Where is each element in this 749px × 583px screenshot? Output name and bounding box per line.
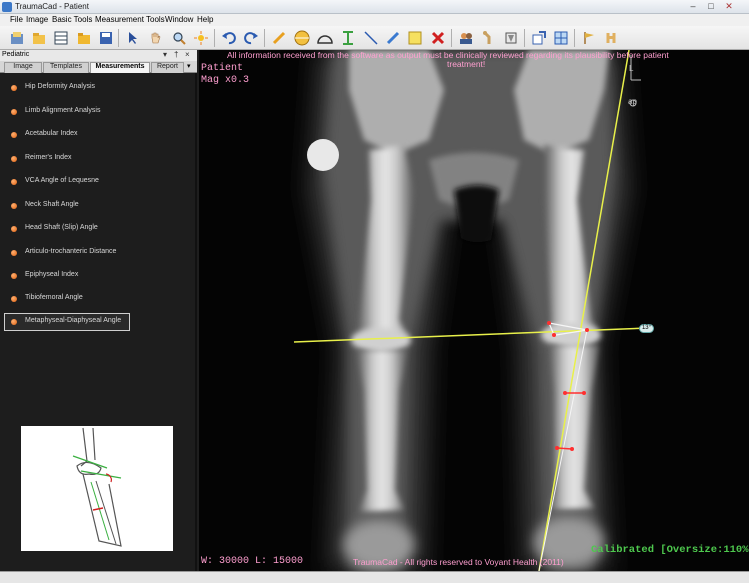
- menu-window[interactable]: Window: [165, 15, 193, 24]
- save-icon[interactable]: [97, 29, 115, 47]
- window-title: TraumaCad - Patient: [15, 2, 89, 11]
- bullet-icon: [11, 132, 17, 138]
- measurements-panel: Pediatric ▾ † × Image Templates Measurem…: [0, 50, 197, 571]
- list-item-neck-shaft-angle[interactable]: Neck Shaft Angle: [4, 197, 130, 215]
- list-item-articulo-trochanteric-distance[interactable]: Articulo-trochanteric Distance: [4, 244, 130, 262]
- layout-icon[interactable]: [552, 29, 570, 47]
- panel-close-icon[interactable]: ×: [185, 50, 190, 59]
- copyright-text: TraumaCad - All rights reserved to Voyan…: [353, 557, 564, 567]
- calibration-ball: [307, 139, 339, 171]
- disclaimer-text-continued: treatment!: [447, 59, 486, 69]
- menu-basic-tools[interactable]: Basic Tools: [52, 15, 92, 24]
- new-folder-icon[interactable]: [30, 29, 48, 47]
- calibration-status: Calibrated [Oversize:110%]: [591, 544, 749, 556]
- close-icon[interactable]: ✕: [722, 1, 736, 12]
- minimize-icon[interactable]: –: [686, 1, 700, 12]
- ruler-icon[interactable]: [384, 29, 402, 47]
- implant-icon[interactable]: [502, 29, 520, 47]
- tab-templates[interactable]: Templates: [43, 62, 89, 73]
- pan-hand-icon[interactable]: [146, 29, 164, 47]
- note-icon[interactable]: [406, 29, 424, 47]
- panel-header: Pediatric ▾ † ×: [0, 50, 197, 61]
- bullet-icon: [11, 109, 17, 115]
- redo-icon[interactable]: [242, 29, 260, 47]
- menu-image[interactable]: Image: [26, 15, 48, 24]
- tab-image[interactable]: Image: [4, 62, 42, 73]
- bullet-icon: [11, 250, 17, 256]
- list-item-head-shaft-slip-angle[interactable]: Head Shaft (Slip) Angle: [4, 220, 130, 238]
- menu-measurement-tools[interactable]: Measurement Tools: [95, 15, 165, 24]
- bullet-icon: [11, 296, 17, 302]
- bullet-icon: [11, 156, 17, 162]
- tabs-overflow-icon[interactable]: ▾: [187, 62, 191, 70]
- magnification-label: Mag x0.3: [201, 75, 250, 86]
- export-icon[interactable]: [530, 29, 548, 47]
- panel-tabs: Image Templates Measurements Report ▾: [0, 61, 197, 73]
- orientation-label: ap: [628, 97, 637, 106]
- delete-icon[interactable]: [429, 29, 447, 47]
- panel-title: Pediatric: [2, 51, 30, 58]
- undo-icon[interactable]: [220, 29, 238, 47]
- menu-bar: File Image Basic Tools Measurement Tools…: [0, 14, 749, 26]
- bullet-icon: [11, 179, 17, 185]
- line-icon[interactable]: [362, 29, 380, 47]
- xray-image: [199, 50, 749, 571]
- maximize-icon[interactable]: □: [704, 1, 718, 12]
- bullet-icon: [11, 226, 17, 232]
- angle-value-badge[interactable]: 13°: [639, 324, 654, 333]
- tab-report[interactable]: Report: [151, 62, 184, 73]
- toolbar-separator: [264, 29, 265, 47]
- list-item-metaphyseal-diaphyseal-angle[interactable]: Metaphyseal-Diaphyseal Angle: [4, 313, 130, 331]
- toolbar-separator: [574, 29, 575, 47]
- brightness-icon[interactable]: [192, 29, 210, 47]
- bullet-icon: [11, 85, 17, 91]
- circle-icon[interactable]: [293, 29, 311, 47]
- list-item-vca-angle-of-lequesne[interactable]: VCA Angle of Lequesne: [4, 173, 130, 191]
- open-icon[interactable]: [8, 29, 26, 47]
- patient-label: Patient: [201, 63, 244, 74]
- title-bar: TraumaCad - Patient – □ ✕: [0, 0, 749, 14]
- arc-icon[interactable]: [316, 29, 334, 47]
- pin-icon[interactable]: †: [174, 50, 178, 59]
- window-level-readout: W: 30000 L: 15000: [201, 556, 304, 567]
- bullet-icon: [11, 319, 17, 325]
- tab-measurements[interactable]: Measurements: [90, 62, 150, 73]
- bullet-icon: [11, 273, 17, 279]
- orientation-letter: L: [629, 64, 634, 73]
- zoom-icon[interactable]: [170, 29, 188, 47]
- folder-icon[interactable]: [75, 29, 93, 47]
- measurement-preview-image: [21, 426, 173, 551]
- pencil-icon[interactable]: [270, 29, 288, 47]
- bone-icon[interactable]: [602, 29, 620, 47]
- toolbar-separator: [214, 29, 215, 47]
- list-item-hip-deformity-analysis[interactable]: Hip Deformity Analysis: [4, 79, 130, 97]
- menu-help[interactable]: Help: [197, 15, 213, 24]
- panel-menu-icon[interactable]: ▾: [163, 50, 167, 59]
- femur-icon[interactable]: [480, 29, 498, 47]
- list-item-reimers-index[interactable]: Reimer's Index: [4, 150, 130, 168]
- list-item-acetabular-index[interactable]: Acetabular Index: [4, 126, 130, 144]
- list-item-limb-alignment-analysis[interactable]: Limb Alignment Analysis: [4, 103, 130, 121]
- users-icon[interactable]: [457, 29, 475, 47]
- menu-file[interactable]: File: [10, 15, 23, 24]
- app-icon: [2, 2, 12, 12]
- toolbar-separator: [451, 29, 452, 47]
- i-beam-icon[interactable]: [339, 29, 357, 47]
- toolbar: [0, 26, 749, 50]
- list-item-epiphyseal-index[interactable]: Epiphyseal Index: [4, 267, 130, 285]
- xray-viewer[interactable]: All information received from the softwa…: [199, 50, 749, 571]
- bullet-icon: [11, 203, 17, 209]
- status-bar: [0, 571, 749, 583]
- grid-icon[interactable]: [52, 29, 70, 47]
- flag-icon[interactable]: [580, 29, 598, 47]
- toolbar-separator: [524, 29, 525, 47]
- pointer-icon[interactable]: [124, 29, 142, 47]
- list-item-tibiofemoral-angle[interactable]: Tibiofemoral Angle: [4, 290, 130, 308]
- toolbar-separator: [118, 29, 119, 47]
